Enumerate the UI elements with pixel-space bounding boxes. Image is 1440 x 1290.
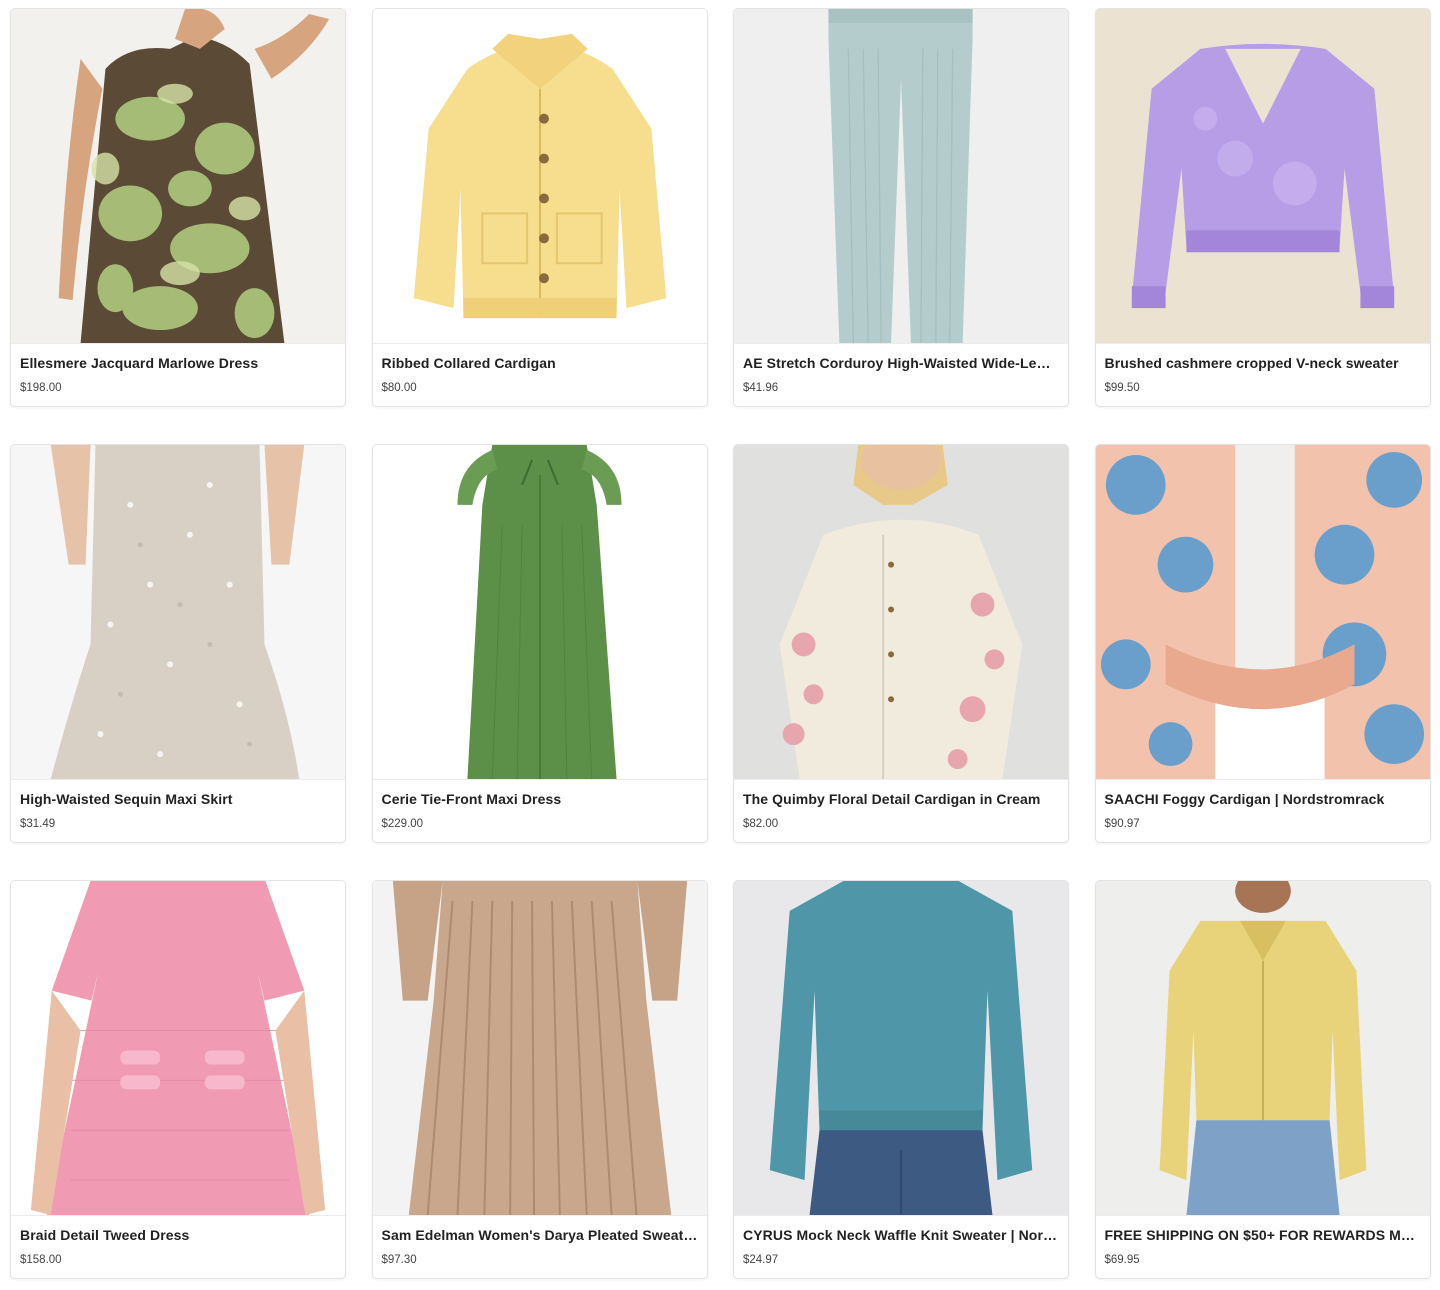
product-image[interactable] (734, 445, 1068, 780)
product-image[interactable] (1095, 881, 1430, 1216)
product-card[interactable]: FREE SHIPPING ON $50+ FOR REWARDS MEMB..… (1094, 880, 1431, 1279)
product-name[interactable]: SAACHI Foggy Cardigan | Nordstromrack (1105, 791, 1421, 807)
product-card[interactable]: Braid Detail Tweed Dress $158.00 (10, 880, 346, 1279)
product-image[interactable] (1095, 445, 1430, 780)
product-price: $158.00 (20, 1254, 62, 1266)
product-info: AE Stretch Corduroy High-Waisted Wide-Le… (734, 344, 1068, 394)
product-name[interactable]: Cerie Tie-Front Maxi Dress (382, 791, 698, 807)
product-info: Ellesmere Jacquard Marlowe Dress $198.00 (11, 344, 345, 394)
product-price: $41.96 (743, 382, 779, 394)
product-card[interactable]: Brushed cashmere cropped V-neck sweater $… (1094, 8, 1431, 407)
product-price: $24.97 (743, 1254, 779, 1266)
product-image[interactable] (372, 881, 707, 1216)
product-info: CYRUS Mock Neck Waffle Knit Sweater | No… (734, 1216, 1068, 1266)
product-price: $80.00 (381, 382, 417, 394)
product-price: $229.00 (381, 818, 424, 830)
product-price: $99.50 (1104, 382, 1140, 394)
product-card[interactable]: Cerie Tie-Front Maxi Dress $229.00 (371, 444, 708, 843)
product-card[interactable]: SAACHI Foggy Cardigan | Nordstromrack $90… (1094, 444, 1431, 843)
product-info: SAACHI Foggy Cardigan | Nordstromrack $90… (1096, 780, 1430, 830)
product-info: Brushed cashmere cropped V-neck sweater $… (1096, 344, 1430, 394)
product-price: $69.95 (1104, 1254, 1140, 1266)
product-price: $31.49 (20, 818, 56, 830)
product-card[interactable]: The Quimby Floral Detail Cardigan in Cre… (733, 444, 1069, 843)
product-image[interactable] (734, 9, 1068, 344)
product-name[interactable]: Ribbed Collared Cardigan (382, 355, 698, 371)
product-name[interactable]: Brushed cashmere cropped V-neck sweater (1105, 355, 1421, 371)
product-name[interactable]: CYRUS Mock Neck Waffle Knit Sweater | No… (743, 1227, 1059, 1243)
product-image[interactable] (11, 9, 345, 344)
product-image[interactable] (11, 881, 345, 1216)
product-card[interactable]: AE Stretch Corduroy High-Waisted Wide-Le… (733, 8, 1069, 407)
product-name[interactable]: AE Stretch Corduroy High-Waisted Wide-Le… (743, 355, 1059, 371)
product-image[interactable] (372, 9, 707, 344)
product-price: $82.00 (743, 818, 779, 830)
product-info: FREE SHIPPING ON $50+ FOR REWARDS MEMB..… (1096, 1216, 1430, 1266)
product-name[interactable]: FREE SHIPPING ON $50+ FOR REWARDS MEMB..… (1105, 1227, 1421, 1243)
product-info: Braid Detail Tweed Dress $158.00 (11, 1216, 345, 1266)
product-info: Sam Edelman Women's Darya Pleated Sweate… (373, 1216, 707, 1266)
product-card[interactable]: High-Waisted Sequin Maxi Skirt $31.49 (10, 444, 346, 843)
product-card[interactable]: Sam Edelman Women's Darya Pleated Sweate… (371, 880, 708, 1279)
product-name[interactable]: Braid Detail Tweed Dress (20, 1227, 336, 1243)
product-card[interactable]: Ribbed Collared Cardigan $80.00 (371, 8, 708, 407)
product-name[interactable]: Sam Edelman Women's Darya Pleated Sweate… (382, 1227, 698, 1243)
product-card[interactable]: Ellesmere Jacquard Marlowe Dress $198.00 (10, 8, 346, 407)
product-name[interactable]: Ellesmere Jacquard Marlowe Dress (20, 355, 336, 371)
product-grid: Ellesmere Jacquard Marlowe Dress $198.00 … (10, 8, 1431, 1279)
product-info: Ribbed Collared Cardigan $80.00 (373, 344, 707, 394)
product-price: $90.97 (1104, 818, 1140, 830)
product-price: $97.30 (381, 1254, 417, 1266)
product-price: $198.00 (20, 382, 62, 394)
product-info: The Quimby Floral Detail Cardigan in Cre… (734, 780, 1068, 830)
product-image[interactable] (11, 445, 345, 780)
product-image[interactable] (734, 881, 1068, 1216)
product-image[interactable] (1095, 9, 1430, 344)
product-info: Cerie Tie-Front Maxi Dress $229.00 (373, 780, 707, 830)
product-name[interactable]: High-Waisted Sequin Maxi Skirt (20, 791, 336, 807)
product-image[interactable] (372, 445, 707, 780)
product-info: High-Waisted Sequin Maxi Skirt $31.49 (11, 780, 345, 830)
product-name[interactable]: The Quimby Floral Detail Cardigan in Cre… (743, 791, 1059, 807)
product-card[interactable]: CYRUS Mock Neck Waffle Knit Sweater | No… (733, 880, 1069, 1279)
